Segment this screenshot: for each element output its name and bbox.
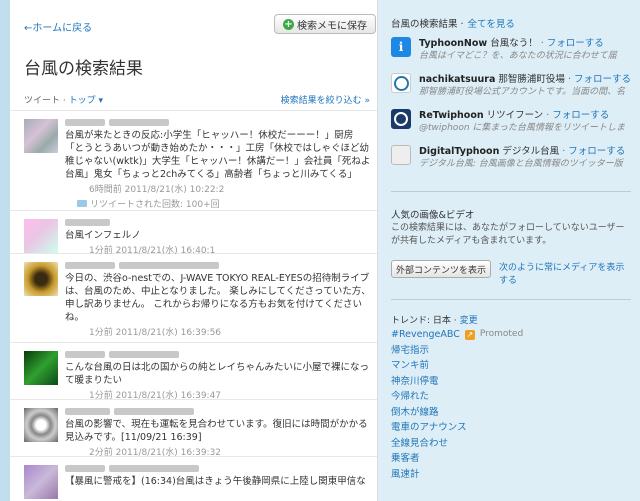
trend-item[interactable]: 倒木が線路 [391,405,631,421]
change-trends-link[interactable]: 変更 [460,316,478,326]
trend-item[interactable]: 電車のアナウンス [391,420,631,436]
filter-row: ツイート · トップ ▾ 検索結果を絞り込む » [24,93,370,106]
plus-icon: + [283,18,294,30]
tweet-item[interactable]: 台風が来たときの反応:小学生「ヒャッハー！休校だーーー！」厨房「とうとうあいつが… [10,111,377,211]
tweet-timestamp[interactable]: 6時間前 2011/8/21(水) 10:22:2 [65,182,372,195]
media-section-title: 人気の画像&ビデオ [391,210,475,221]
search-results-section-title: 台風の検索結果 · 全てを見る [391,19,515,30]
refine-results-link[interactable]: 検索結果を絞り込む » [281,93,370,106]
trend-item[interactable]: 神奈川停電 [391,374,631,390]
save-search-button[interactable]: + 検索メモに保存 [274,14,376,34]
blurred-username [65,260,372,271]
trends-list: #RevengeABC ↗ Promoted 帰宅指示 マンキ前 神奈川停電 今… [391,327,631,482]
avatar[interactable] [24,465,58,499]
account-bio: @twiphoon に集まった台風情報をリツイートしま [419,123,626,133]
media-description: この検索結果には、あなたがフォローしていないユーザーが共有したメディアも含まれて… [391,223,625,246]
account-suggestion[interactable]: DigitalTyphoon デジタル台風 · フォローする デジタル台風: 台… [391,143,631,175]
blurred-username [65,349,372,360]
blurred-username [65,463,372,474]
trend-item[interactable]: #RevengeABC ↗ Promoted [391,327,631,343]
blurred-username [65,117,372,128]
tweet-text: 台風が来たときの反応:小学生「ヒャッハー！休校だーーー！」厨房「とうとうあいつが… [65,130,371,180]
account-bio: 那智勝浦町役場公式アカウントです。当面の間、名 [419,87,626,97]
divider [391,191,631,192]
page-title: 台風の検索結果 [24,59,143,79]
circle-icon[interactable] [391,73,411,93]
trend-item[interactable]: 乗客者 [391,451,631,467]
retweet-icon [77,200,87,207]
account-bio: 台風はイマどこ？を、あなたの状況に合わせて届 [419,51,617,61]
info-icon[interactable] [391,37,411,57]
main-column: ←ホームに戻る + 検索メモに保存 台風の検索結果 ツイート · トップ ▾ 検… [10,0,378,501]
trends-label: トレンド: 日本 · [391,316,457,326]
sidebar: 台風の検索結果 ·全てを見る TyphoonNow 台風なう！ · フォローする… [378,0,640,501]
avatar[interactable] [24,262,58,296]
promoted-label: Promoted [479,329,524,339]
filter-top-dropdown[interactable]: トップ ▾ [69,96,103,106]
blurred-username [65,217,372,228]
tweet-text: 台風インフェルノ [65,230,141,241]
show-external-content-button[interactable]: 外部コンテンツを表示 [391,260,491,278]
trend-item[interactable]: 今帰れた [391,389,631,405]
avatar[interactable] [24,408,58,442]
swirl-icon[interactable] [391,109,411,129]
trends-header: トレンド: 日本 · 変更 [391,313,478,326]
tweet-item[interactable]: 【暴風に警戒を】(16:34)台風はきょう午後静岡県に上陸し関東甲信な [10,457,377,501]
tweet-item[interactable]: 台風インフェルノ 1分前 2011/8/21(水) 16:40:1 [10,211,377,256]
trend-item[interactable]: 風速計 [391,467,631,483]
account-suggestion[interactable]: nachikatsuura 那智勝浦町役場 · フォローする 那智勝浦町役場公式… [391,71,631,103]
avatar[interactable] [24,351,58,385]
promoted-icon: ↗ [464,329,475,340]
blurred-username [65,406,372,417]
see-all-link[interactable]: 全てを見る [468,19,515,30]
tweet-text: 台風の影響で、現在も運転を見合わせています。復旧には時間がかかる見込みです。[1… [65,419,368,443]
back-to-home-link[interactable]: ←ホームに戻る [24,19,92,34]
tweet-item[interactable]: 台風の影響で、現在も運転を見合わせています。復旧には時間がかかる見込みです。[1… [10,400,377,458]
trend-item[interactable]: マンキ前 [391,358,631,374]
tweet-text: こんな台風の日は北の国からの純とレイちゃんみたいに小屋で裸になって暖まりたい [65,362,370,386]
retweet-count: リツイートされた回数: 100+回 [90,200,220,210]
always-show-media-link[interactable]: 次のように常にメディアを表示する [499,262,629,288]
retweet-count-row: リツイートされた回数: 100+回 [65,197,372,210]
trend-item[interactable]: 全線見合わせ [391,436,631,452]
avatar[interactable] [24,219,58,253]
tweet-text: 【暴風に警戒を】(16:34)台風はきょう午後静岡県に上陸し関東甲信な [65,476,366,487]
account-suggestion[interactable]: ReTwiphoon リツイフーン · フォローする @twiphoon に集ま… [391,107,631,139]
trend-item[interactable]: 帰宅指示 [391,343,631,359]
tweet-timestamp[interactable]: 1分前 2011/8/21(水) 16:39:56 [65,325,372,338]
account-bio: デジタル台風: 台風画像と台風情報のツイッター版 [419,159,623,169]
tweet-list: 台風が来たときの反応:小学生「ヒャッハー！休校だーーー！」厨房「とうとうあいつが… [10,110,377,501]
tweet-item[interactable]: 今日の、渋谷o-nestでの、J-WAVE TOKYO REAL-EYESの招待… [10,254,377,343]
typhoon-icon[interactable] [391,145,411,165]
tweet-item[interactable]: こんな台風の日は北の国からの純とレイちゃんみたいに小屋で裸になって暖まりたい 1… [10,343,377,401]
filter-label: ツイート · [24,96,66,106]
tweet-text: 今日の、渋谷o-nestでの、J-WAVE TOKYO REAL-EYESの招待… [65,273,371,323]
avatar[interactable] [24,119,58,153]
save-search-label: 検索メモに保存 [297,20,367,32]
account-suggestion[interactable]: TyphoonNow 台風なう！ · フォローする 台風はイマどこ？を、あなたの… [391,35,631,67]
divider [391,299,631,300]
